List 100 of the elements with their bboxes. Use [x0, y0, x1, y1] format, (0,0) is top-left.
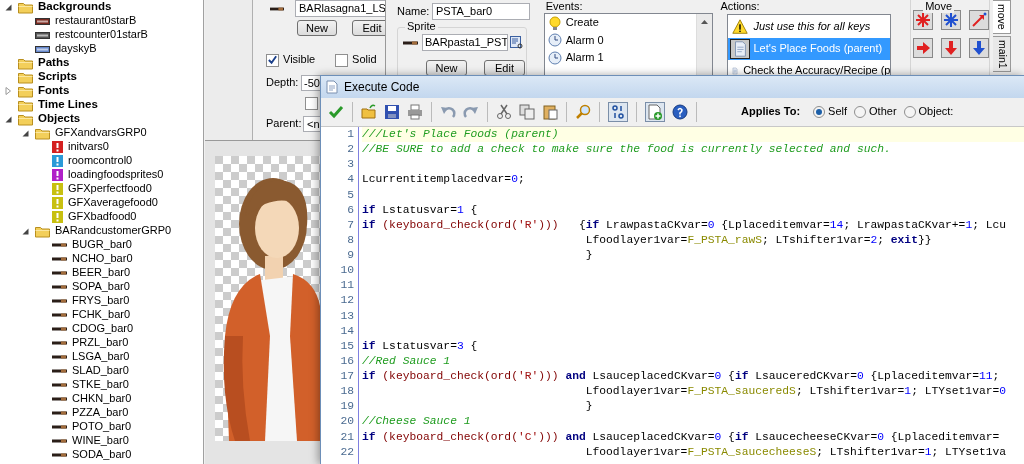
tree-item[interactable]: WINE_bar0 — [72, 434, 129, 448]
window-title: Execute Code — [344, 79, 420, 95]
tree-item[interactable]: STKE_bar0 — [72, 378, 129, 392]
code-line: if (keyboard_check(ord('R'))) and LsauceplacedCKvar=0 {if LsauceredCKvar=0 {Lplaceditemvar=11; — [362, 369, 1001, 384]
checkbox[interactable] — [335, 53, 349, 67]
line-number: 11 — [339, 278, 354, 294]
insert-icon[interactable] — [645, 102, 665, 122]
line-number: 20 — [339, 414, 354, 430]
paste-icon[interactable] — [542, 104, 558, 120]
help-icon[interactable] — [672, 104, 688, 120]
tree-item[interactable]: GFXperfectfood0 — [68, 182, 152, 196]
tree-item[interactable]: initvars0 — [68, 140, 109, 154]
tree-item[interactable]: SOPA_bar0 — [72, 280, 130, 294]
tree-item[interactable]: NCHO_bar0 — [72, 252, 133, 266]
tree-item[interactable]: roomcontrol0 — [68, 154, 133, 168]
new-button[interactable]: New — [297, 20, 337, 36]
confirm-icon[interactable] — [328, 104, 344, 120]
sprite-icon — [52, 285, 67, 289]
tree-item[interactable]: SLAD_bar0 — [72, 364, 129, 378]
tree-item[interactable]: dayskyB — [55, 42, 97, 56]
radio-button[interactable] — [903, 106, 916, 118]
sprite-icon — [52, 369, 67, 373]
collapse-arrow-icon[interactable] — [5, 3, 12, 11]
tree-item[interactable]: GFXandvarsGRP0 — [55, 126, 147, 140]
sprite-icon — [52, 425, 67, 429]
tree-item[interactable]: LSGA_bar0 — [72, 350, 130, 364]
folder-icon — [35, 224, 50, 238]
sprite-field[interactable]: BARpasta1_PST — [422, 34, 508, 51]
line-number: 12 — [339, 293, 354, 309]
tree-item[interactable]: SODA_bar0 — [72, 448, 132, 462]
sprite-icon — [270, 6, 284, 11]
down-arrow-icon — [943, 40, 960, 56]
tree-item[interactable]: Fonts — [38, 84, 70, 98]
edit-button[interactable]: Edit — [484, 60, 525, 76]
open-folder-icon[interactable] — [361, 104, 377, 120]
save-icon[interactable] — [384, 104, 400, 120]
tree-item[interactable]: PRZL_bar0 — [72, 336, 129, 350]
collapse-arrow-icon[interactable] — [22, 129, 29, 137]
new-button[interactable]: New — [426, 60, 467, 76]
action-tile[interactable] — [941, 38, 962, 58]
side-tab[interactable]: main1 — [993, 35, 1011, 73]
tree-item[interactable]: Paths — [38, 56, 70, 70]
browse-icon[interactable] — [510, 36, 523, 49]
sprite-icon — [52, 341, 67, 345]
undo-icon[interactable] — [440, 104, 456, 120]
folder-icon — [18, 56, 33, 70]
radio-label: Self — [828, 105, 848, 119]
name-field[interactable]: PSTA_bar0 — [432, 3, 530, 20]
tree-item[interactable]: Backgrounds — [38, 0, 112, 14]
radio-button[interactable] — [813, 106, 826, 118]
action-tile[interactable] — [913, 38, 934, 58]
collapse-arrow-icon[interactable] — [22, 227, 29, 235]
event-item[interactable]: Create — [565, 16, 599, 30]
tree-item[interactable]: loadingfoodsprites0 — [68, 168, 164, 182]
copy-icon[interactable] — [519, 104, 535, 120]
toggle-icon[interactable] — [608, 102, 628, 122]
arrow-to-point-icon — [971, 12, 988, 28]
field-label: Applies To: — [741, 105, 801, 119]
line-number: 13 — [339, 308, 354, 324]
action-tile[interactable] — [969, 38, 990, 58]
tree-item[interactable]: CHKN_bar0 — [72, 392, 132, 406]
line-number: 2 — [346, 142, 354, 158]
search-icon[interactable] — [575, 104, 591, 120]
side-tab[interactable]: move — [993, 0, 1011, 34]
expand-arrow-icon[interactable] — [5, 87, 11, 95]
line-number: 18 — [339, 384, 354, 400]
folder-icon — [18, 98, 33, 112]
folder-icon — [18, 0, 33, 14]
collapse-arrow-icon[interactable] — [5, 115, 12, 123]
tree-item[interactable]: FCHK_bar0 — [72, 308, 131, 322]
sprite-icon — [52, 439, 67, 443]
tree-item[interactable]: Objects — [38, 112, 81, 126]
tree-item[interactable]: CDOG_bar0 — [72, 322, 134, 336]
tree-item[interactable]: GFXaveragefood0 — [68, 196, 158, 210]
action-tile[interactable] — [913, 10, 934, 30]
cut-icon[interactable] — [496, 104, 512, 120]
tree-item[interactable]: restcounter01starB — [55, 28, 148, 42]
redo-icon[interactable] — [463, 104, 479, 120]
event-item[interactable]: Alarm 1 — [565, 51, 604, 65]
tree-item[interactable]: GFXbadfood0 — [68, 210, 137, 224]
checkbox[interactable] — [305, 97, 318, 110]
checkbox[interactable] — [266, 53, 279, 67]
tree-item[interactable]: BARandcustomerGRP0 — [55, 224, 172, 238]
scroll-up-icon[interactable] — [700, 20, 708, 24]
action-tile[interactable] — [969, 10, 990, 30]
tree-item[interactable]: Scripts — [38, 70, 77, 84]
tree-item[interactable]: PZZA_bar0 — [72, 406, 129, 420]
action-item[interactable]: Just use this for all keys — [728, 16, 891, 38]
tree-item[interactable]: POTO_bar0 — [72, 420, 132, 434]
folder-icon — [18, 112, 33, 126]
print-icon[interactable] — [407, 104, 423, 120]
radio-button[interactable] — [854, 106, 867, 118]
tree-item[interactable]: Time Lines — [38, 98, 98, 112]
tree-item[interactable]: BUGR_bar0 — [72, 238, 132, 252]
tree-item[interactable]: FRYS_bar0 — [72, 294, 130, 308]
down-arrow-icon — [971, 40, 988, 56]
event-item[interactable]: Alarm 0 — [565, 33, 604, 47]
tree-item[interactable]: BEER_bar0 — [72, 266, 131, 280]
tree-item[interactable]: restaurant0starB — [55, 14, 137, 28]
sprite-icon — [52, 355, 67, 359]
